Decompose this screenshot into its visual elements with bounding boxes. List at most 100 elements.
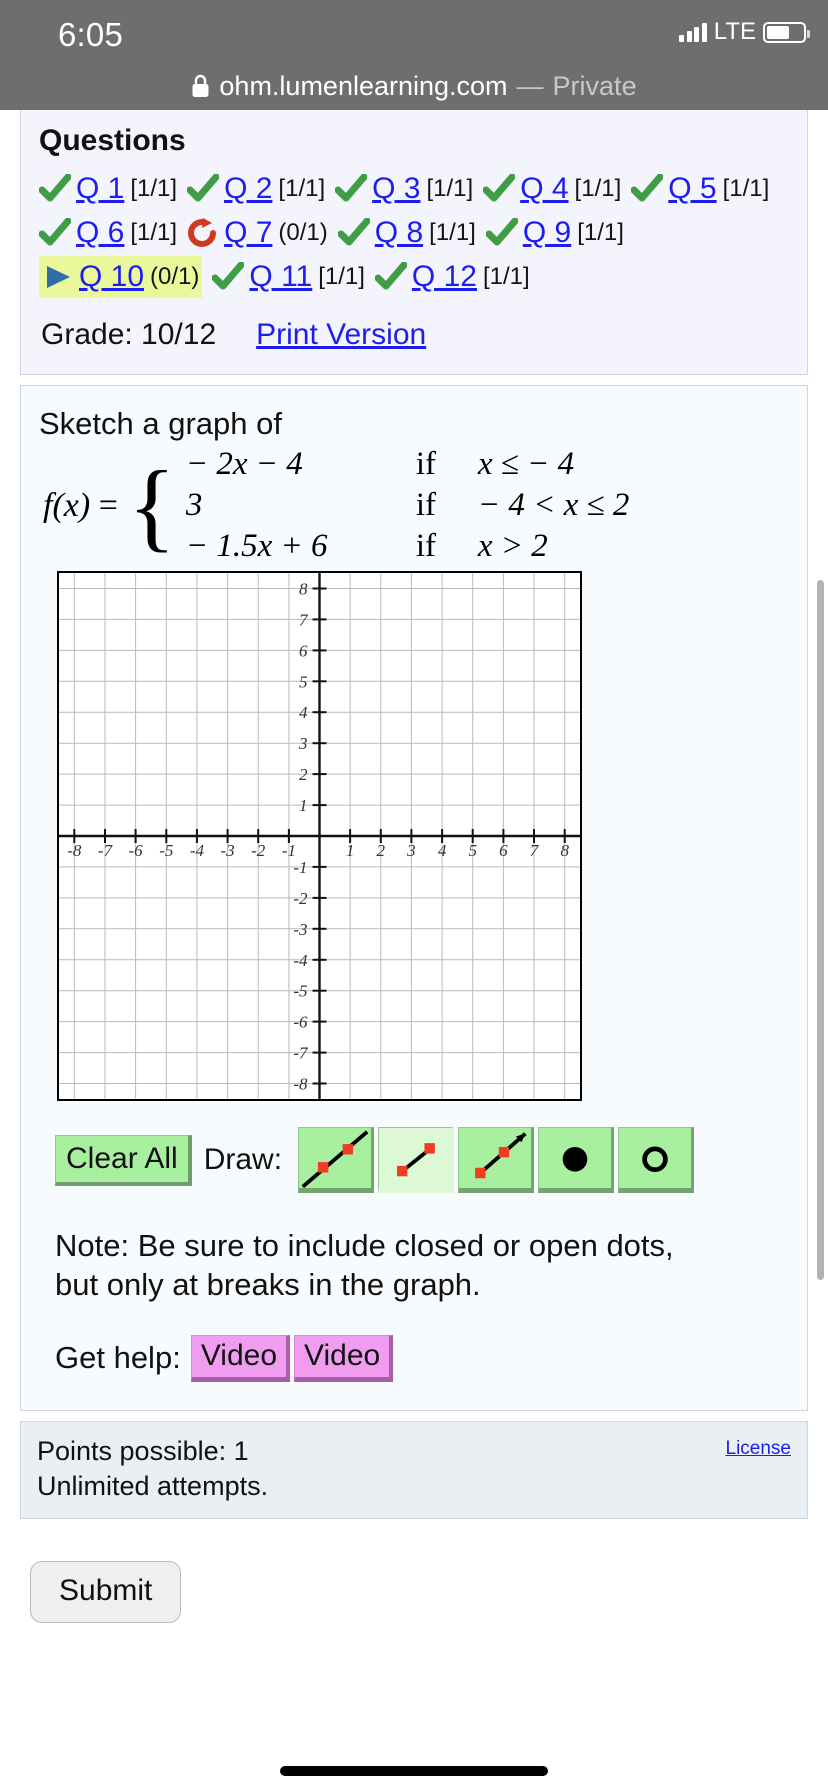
- svg-text:-7: -7: [293, 1044, 309, 1063]
- home-indicator: [280, 1766, 548, 1776]
- left-brace-icon: {: [127, 449, 176, 561]
- case-if-keyword: if: [415, 487, 437, 523]
- check-icon: [39, 218, 71, 246]
- question-score: [1/1]: [318, 263, 365, 290]
- svg-text:-1: -1: [293, 858, 307, 877]
- question-link[interactable]: Q 2: [224, 174, 272, 204]
- case-expression: 3: [185, 487, 203, 523]
- question-link[interactable]: Q 11: [249, 262, 312, 292]
- retry-icon: [188, 218, 217, 247]
- clear-all-button[interactable]: Clear All: [55, 1134, 192, 1186]
- check-icon: [337, 218, 370, 246]
- svg-text:-8: -8: [67, 841, 82, 860]
- piecewise-function: f(x) = { − 2x − 4 if x ≤ − 4 3 if − 4 < x ≤ 2…: [43, 446, 789, 565]
- question-score: [1/1]: [574, 175, 622, 202]
- grade-text: Grade: 10/12: [41, 318, 217, 351]
- attempts-text: Unlimited attempts.: [37, 1470, 269, 1501]
- question-entry-q3[interactable]: Q 3 [1/1]: [335, 168, 473, 210]
- question-link[interactable]: Q 9: [523, 218, 571, 248]
- question-score: [1/1]: [722, 175, 770, 202]
- question-entry-q11[interactable]: Q 11 [1/1]: [212, 256, 365, 298]
- question-link[interactable]: Q 12: [412, 262, 477, 292]
- submit-button[interactable]: Submit: [30, 1560, 182, 1623]
- question-entry-q2[interactable]: Q 2 [1/1]: [187, 168, 325, 210]
- check-icon: [374, 262, 407, 290]
- svg-text:5: 5: [299, 672, 308, 691]
- question-link[interactable]: Q 3: [372, 174, 420, 204]
- svg-text:-3: -3: [293, 920, 307, 939]
- line-tool[interactable]: [298, 1127, 375, 1193]
- svg-text:7: 7: [299, 610, 309, 629]
- svg-text:5: 5: [468, 841, 477, 860]
- print-version-link[interactable]: Print Version: [256, 318, 426, 352]
- function-label: f(x) =: [43, 487, 118, 525]
- video-help-button-1[interactable]: Video: [190, 1334, 290, 1382]
- browser-chrome: 6:05 LTE ohm.lumenlearning.com — Private: [0, 0, 828, 110]
- closed-dot-tool[interactable]: [538, 1127, 615, 1193]
- question-link[interactable]: Q 1: [76, 174, 124, 204]
- question-entry-q10[interactable]: Q 10 (0/1): [39, 256, 203, 298]
- status-clock: 6:05: [58, 16, 124, 53]
- question-link[interactable]: Q 4: [520, 174, 568, 204]
- hollow-circle-icon: [642, 1146, 668, 1173]
- case-if-keyword: if: [415, 446, 437, 482]
- carrier-label: LTE: [713, 18, 756, 45]
- question-entry-q7[interactable]: Q 7 (0/1): [187, 212, 328, 254]
- question-entry-q4[interactable]: Q 4 [1/1]: [483, 168, 621, 210]
- question-link[interactable]: Q 7: [224, 218, 272, 248]
- question-score: [1/1]: [130, 175, 178, 202]
- svg-text:2: 2: [377, 841, 386, 860]
- question-link[interactable]: Q 5: [668, 174, 716, 204]
- svg-text:-2: -2: [293, 889, 308, 908]
- question-score: [1/1]: [278, 175, 326, 202]
- lock-icon: [192, 74, 209, 97]
- question-link[interactable]: Q 6: [76, 218, 124, 248]
- questions-title: Questions: [39, 124, 186, 157]
- svg-text:1: 1: [299, 796, 308, 815]
- questions-panel: Questions Q 1 [1/1] Q 2 [1/1] Q 3 [1/1] Q 4 [1/…: [20, 110, 808, 375]
- graph-canvas[interactable]: -8 -7 -6 -5 -4 -3 -2 -1 1 2 3 4 5 6 7 8 -8 -7 -6 -5 -4 -3 -2 -1…: [57, 571, 582, 1101]
- signal-bars-icon: [679, 22, 707, 42]
- question-entry-q6[interactable]: Q 6 [1/1]: [39, 212, 177, 254]
- infinite-line-icon: [301, 1130, 369, 1189]
- points-possible-text: Points possible: 1: [37, 1435, 249, 1466]
- check-icon: [631, 174, 664, 202]
- question-entry-q12[interactable]: Q 12 [1/1]: [374, 256, 530, 298]
- question-entry-q5[interactable]: Q 5 [1/1]: [631, 168, 769, 210]
- play-arrow-icon: [47, 266, 70, 288]
- segment-tool[interactable]: [378, 1127, 455, 1193]
- question-entry-q1[interactable]: Q 1 [1/1]: [39, 168, 177, 210]
- question-link[interactable]: Q 8: [375, 218, 423, 248]
- url-bar[interactable]: ohm.lumenlearning.com — Private: [0, 62, 828, 110]
- piecewise-case-1: − 2x − 4 if x ≤ − 4: [186, 446, 630, 483]
- check-icon: [335, 174, 368, 202]
- svg-text:4: 4: [438, 841, 447, 860]
- page-scrollbar[interactable]: [817, 580, 824, 1280]
- svg-text:-5: -5: [293, 982, 307, 1001]
- svg-text:-4: -4: [293, 951, 308, 970]
- svg-text:4: 4: [299, 703, 308, 722]
- question-score: [1/1]: [577, 219, 624, 246]
- svg-text:-2: -2: [251, 841, 266, 860]
- function-name: f(x): [43, 486, 91, 524]
- status-indicators: LTE: [679, 18, 810, 46]
- svg-text:1: 1: [346, 841, 355, 860]
- svg-text:8: 8: [299, 580, 308, 599]
- ios-status-bar: 6:05 LTE: [0, 0, 828, 62]
- ray-icon: [475, 1132, 527, 1179]
- ray-tool[interactable]: [458, 1127, 535, 1193]
- video-help-button-2[interactable]: Video: [294, 1334, 394, 1382]
- check-icon: [212, 262, 245, 290]
- problem-note: Note: Be sure to include closed or open …: [55, 1228, 674, 1302]
- question-entry-q9[interactable]: Q 9 [1/1]: [485, 212, 624, 254]
- svg-text:6: 6: [499, 841, 508, 860]
- question-score: [1/1]: [429, 219, 476, 246]
- question-link[interactable]: Q 10: [79, 262, 144, 292]
- question-score: (0/1): [278, 219, 328, 246]
- help-buttons-group: Video Video: [190, 1334, 397, 1382]
- license-link[interactable]: License: [726, 1438, 792, 1460]
- equals-sign: =: [98, 486, 118, 524]
- question-entry-q8[interactable]: Q 8 [1/1]: [337, 212, 476, 254]
- svg-text:-6: -6: [129, 841, 144, 860]
- open-dot-tool[interactable]: [618, 1127, 695, 1193]
